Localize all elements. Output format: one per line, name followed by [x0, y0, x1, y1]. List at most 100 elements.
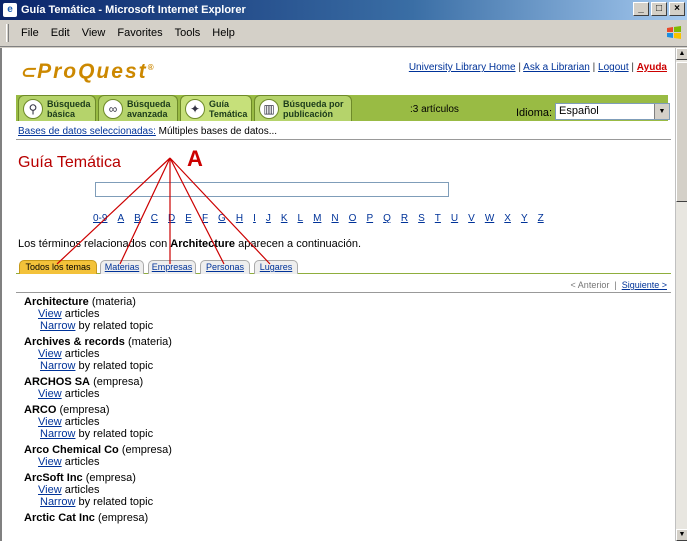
- menu-edit[interactable]: Edit: [45, 27, 76, 39]
- subtab-materias[interactable]: Materias: [100, 260, 144, 274]
- alphabet-letter[interactable]: H: [236, 213, 243, 224]
- narrow-topic-link[interactable]: Narrow: [40, 496, 75, 508]
- view-suffix: articles: [61, 484, 100, 496]
- result-title: Archives & records (materia): [24, 336, 664, 348]
- ask-librarian-link[interactable]: Ask a Librarian: [523, 62, 590, 73]
- tab-busqueda-publicacion[interactable]: ▥ Búsqueda por publicación: [254, 95, 352, 121]
- alphabet-letter[interactable]: Q: [383, 213, 391, 224]
- scroll-up-icon[interactable]: ▲: [676, 48, 687, 60]
- view-articles-link[interactable]: View: [38, 388, 62, 400]
- menu-file[interactable]: File: [15, 27, 45, 39]
- view-suffix: articles: [61, 348, 100, 360]
- narrow-topic-row: Narrow by related topic: [24, 320, 664, 332]
- maximize-button[interactable]: □: [651, 2, 667, 16]
- menu-tools[interactable]: Tools: [169, 27, 207, 39]
- view-articles-row: View articles: [24, 416, 664, 428]
- databases-link[interactable]: Bases de datos seleccionadas:: [18, 126, 156, 137]
- alphabet-letter[interactable]: A: [117, 213, 124, 224]
- ie-icon: e: [3, 3, 17, 17]
- separator: |: [518, 62, 521, 73]
- browser-window: e Guía Temática - Microsoft Internet Exp…: [0, 0, 687, 541]
- topic-search-input[interactable]: [95, 182, 449, 197]
- related-prefix: Los términos relacionados con: [18, 238, 171, 250]
- alphabet-letter[interactable]: S: [418, 213, 425, 224]
- alphabet-letter[interactable]: K: [281, 213, 288, 224]
- view-articles-link[interactable]: View: [38, 456, 62, 468]
- alphabet-letter[interactable]: Y: [521, 213, 528, 224]
- view-articles-row: View articles: [24, 484, 664, 496]
- separator: |: [631, 62, 635, 73]
- alphabet-letter[interactable]: 0-9: [93, 213, 107, 224]
- tab-busqueda-basica[interactable]: ⚲ Búsqueda básica: [18, 95, 96, 121]
- alphabet-letter[interactable]: I: [253, 213, 256, 224]
- alphabet-letter[interactable]: J: [266, 213, 271, 224]
- result-title: Architecture (materia): [24, 296, 664, 308]
- alphabet-index: 0-9 A B C D E F G H I J K L M N O P Q R S T U V W X Y Z: [93, 213, 554, 224]
- alphabet-letter[interactable]: C: [151, 213, 158, 224]
- view-articles-link[interactable]: View: [38, 416, 62, 428]
- alphabet-letter[interactable]: W: [485, 213, 494, 224]
- alphabet-letter[interactable]: Z: [538, 213, 544, 224]
- menu-help[interactable]: Help: [206, 27, 241, 39]
- list-item: ArcSoft Inc (empresa) View articles Narrow…: [24, 472, 664, 508]
- scroll-thumb[interactable]: [676, 62, 687, 202]
- menu-favorites[interactable]: Favorites: [111, 27, 168, 39]
- articles-count[interactable]: :3 artículos: [410, 104, 459, 115]
- menu-view[interactable]: View: [76, 27, 112, 39]
- alphabet-letter[interactable]: N: [331, 213, 338, 224]
- tab-label: Búsqueda básica: [47, 98, 91, 119]
- view-articles-row: View articles: [24, 388, 664, 400]
- tab-guia-tematica[interactable]: ✦ Guía Temática: [180, 95, 252, 121]
- pager-next-link[interactable]: Siguiente >: [622, 280, 667, 290]
- alphabet-letter[interactable]: P: [366, 213, 373, 224]
- result-title: ARCO (empresa): [24, 404, 664, 416]
- view-articles-link[interactable]: View: [38, 348, 62, 360]
- alphabet-letter[interactable]: F: [202, 213, 208, 224]
- subtab-personas[interactable]: Personas: [200, 260, 250, 274]
- minimize-button[interactable]: _: [633, 2, 649, 16]
- language-select[interactable]: Español ▼: [555, 103, 670, 120]
- alphabet-letter[interactable]: X: [504, 213, 511, 224]
- narrow-topic-link[interactable]: Narrow: [40, 360, 75, 372]
- divider: [16, 139, 671, 140]
- related-terms-text: Los términos relacionados con Architectu…: [18, 238, 361, 250]
- binoculars-icon: ∞: [103, 98, 123, 119]
- scroll-down-icon[interactable]: ▼: [676, 529, 687, 541]
- narrow-topic-link[interactable]: Narrow: [40, 320, 75, 332]
- view-articles-link[interactable]: View: [38, 484, 62, 496]
- logout-link[interactable]: Logout: [598, 62, 629, 73]
- subtab-lugares[interactable]: Lugares: [254, 260, 298, 274]
- annotation-label: A: [187, 146, 203, 171]
- alphabet-letter[interactable]: O: [349, 213, 357, 224]
- alphabet-letter[interactable]: U: [451, 213, 458, 224]
- subtab-todos[interactable]: Todos los temas: [19, 260, 97, 274]
- tab-busqueda-avanzada[interactable]: ∞ Búsqueda avanzada: [98, 95, 178, 121]
- result-name: Architecture: [24, 296, 89, 308]
- window-title: Guía Temática - Microsoft Internet Explo…: [21, 4, 246, 16]
- alphabet-letter[interactable]: E: [185, 213, 192, 224]
- alphabet-letter[interactable]: B: [134, 213, 141, 224]
- result-name: Archives & records: [24, 336, 125, 348]
- result-title: Arco Chemical Co (empresa): [24, 444, 664, 456]
- alphabet-letter[interactable]: M: [313, 213, 321, 224]
- alphabet-letter[interactable]: D: [168, 213, 175, 224]
- chevron-down-icon[interactable]: ▼: [654, 104, 669, 119]
- related-term: Architecture: [170, 238, 236, 250]
- view-articles-link[interactable]: View: [38, 308, 62, 320]
- alphabet-letter[interactable]: R: [401, 213, 408, 224]
- alphabet-letter[interactable]: V: [468, 213, 475, 224]
- alphabet-letter[interactable]: G: [218, 213, 226, 224]
- narrow-suffix: by related topic: [75, 320, 154, 332]
- result-name: ARCHOS SA: [24, 376, 91, 388]
- alphabet-letter[interactable]: T: [435, 213, 441, 224]
- close-button[interactable]: ×: [669, 2, 685, 16]
- compass-icon: ✦: [185, 98, 205, 119]
- vertical-scrollbar[interactable]: ▲ ▼: [675, 48, 687, 541]
- narrow-topic-link[interactable]: Narrow: [40, 428, 75, 440]
- library-home-link[interactable]: University Library Home: [409, 62, 516, 73]
- divider: [16, 292, 671, 293]
- subtab-empresas[interactable]: Empresas: [148, 260, 196, 274]
- alphabet-letter[interactable]: L: [298, 213, 304, 224]
- magnifier-icon: ⚲: [23, 98, 43, 119]
- help-link[interactable]: Ayuda: [637, 62, 667, 73]
